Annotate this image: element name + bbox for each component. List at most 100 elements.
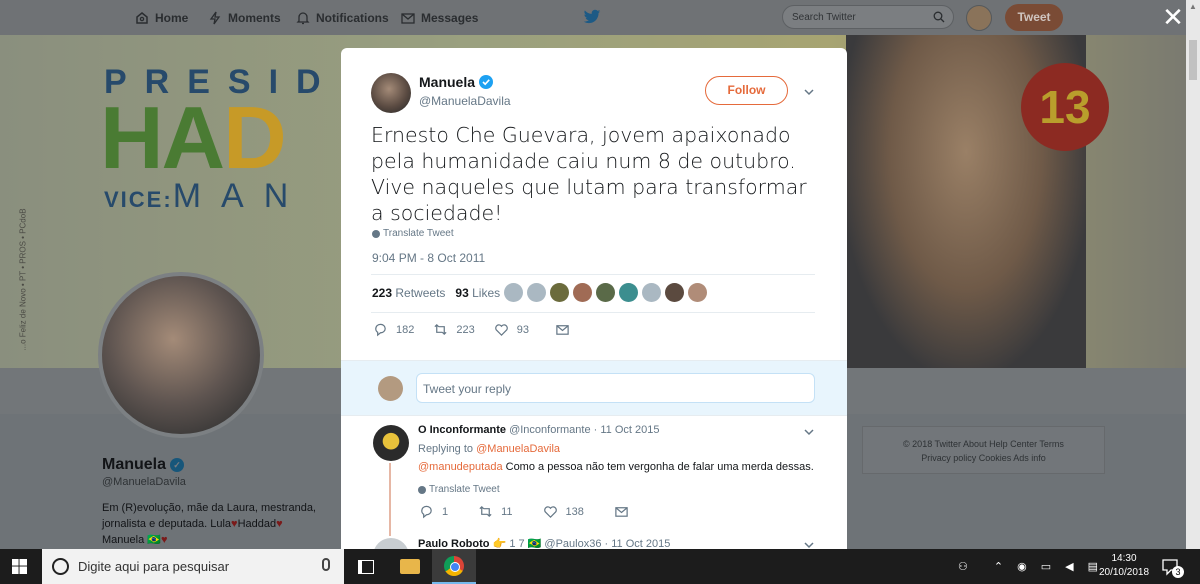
reply-icon <box>421 505 432 519</box>
search-placeholder: Search Twitter <box>792 12 856 23</box>
liker-avatar[interactable] <box>573 283 592 302</box>
nav-messages[interactable]: Messages <box>400 10 478 26</box>
replying-to: Replying to @ManuelaDavila <box>418 443 561 455</box>
reply-avatar[interactable] <box>373 538 409 549</box>
chevron-down-icon[interactable] <box>803 426 815 438</box>
retweet-button[interactable]: 223 <box>433 322 475 337</box>
liker-avatar[interactable] <box>550 283 569 302</box>
liker-avatar[interactable] <box>688 283 707 302</box>
envelope-icon <box>556 325 569 335</box>
network-icon[interactable]: ▭ <box>1041 560 1051 573</box>
liker-avatar[interactable] <box>596 283 615 302</box>
twitter-bird-icon[interactable] <box>583 9 601 25</box>
heart-icon: ♥ <box>276 518 283 530</box>
tweet-author-avatar[interactable] <box>371 73 411 113</box>
banner-number: 13 <box>1021 63 1109 151</box>
reply-button[interactable]: 1 <box>419 504 448 519</box>
tweet-button[interactable]: Tweet <box>1005 4 1063 31</box>
nav-notifications[interactable]: Notifications <box>295 10 389 26</box>
replying-to-link[interactable]: @ManuelaDavila <box>476 443 560 455</box>
envelope-icon <box>615 507 628 517</box>
direct-message-button[interactable] <box>555 322 570 337</box>
like-button[interactable]: 93 <box>494 322 529 337</box>
windows-taskbar: Digite aqui para pesquisar ⚇ ⌃ ◉ ▭ ◀ ▤ 1… <box>0 549 1200 584</box>
lightning-icon <box>209 11 221 25</box>
nav-moments[interactable]: Moments <box>207 10 281 26</box>
thread-line <box>389 463 391 536</box>
nav-home-label: Home <box>155 11 189 25</box>
reply-input[interactable]: Tweet your reply <box>416 373 815 403</box>
cortana-icon <box>52 558 69 575</box>
keyboard-icon[interactable]: ▤ <box>1088 560 1098 573</box>
system-clock[interactable]: 14:30 20/10/2018 <box>1098 552 1150 580</box>
chevron-down-icon[interactable] <box>803 86 815 98</box>
tweet-timestamp[interactable]: 9:04 PM - 8 Oct 2011 <box>372 251 485 265</box>
banner-name: HAD <box>100 88 287 187</box>
taskbar-search[interactable]: Digite aqui para pesquisar <box>42 549 344 584</box>
user-avatar[interactable] <box>966 5 992 31</box>
reply-button[interactable]: 182 <box>373 322 414 337</box>
verified-icon: ✓ <box>170 458 185 472</box>
profile-bio: Em (R)evolução, mãe da Laura, mestranda,… <box>102 502 316 546</box>
nav-notifications-label: Notifications <box>316 11 389 25</box>
home-icon <box>136 12 148 24</box>
liker-avatar[interactable] <box>665 283 684 302</box>
reply-avatar[interactable] <box>373 425 409 461</box>
globe-icon <box>372 229 380 238</box>
liker-avatar[interactable] <box>527 283 546 302</box>
chrome-icon <box>444 555 464 576</box>
chevron-up-icon[interactable]: ⌃ <box>994 560 1003 573</box>
chevron-down-icon[interactable] <box>803 539 815 549</box>
reply-text: @manudeputada Como a pessoa não tem verg… <box>418 461 814 473</box>
system-tray: ⚇ ⌃ ◉ ▭ ◀ ▤ <box>958 549 1098 584</box>
tweet-author-name[interactable]: Manuela <box>419 74 494 90</box>
folder-icon <box>400 559 420 574</box>
liker-avatar[interactable] <box>619 283 638 302</box>
heart-icon <box>494 324 508 336</box>
tweet-actions: 182 223 93 <box>373 322 570 337</box>
scrollbar[interactable]: ▲ <box>1186 0 1200 549</box>
notification-badge: 3 <box>1172 566 1184 578</box>
tweet-text: Ernesto Che Guevara, jovem apaixonado pe… <box>371 123 807 225</box>
microphone-icon[interactable] <box>322 558 330 571</box>
mention-link[interactable]: @manudeputada <box>418 461 503 473</box>
liker-avatar[interactable] <box>642 283 661 302</box>
heart-icon: ♥ <box>160 534 168 546</box>
direct-message-button[interactable] <box>614 504 629 519</box>
reply-tweet[interactable]: Paulo Roboto 👉 1 7 🇧🇷 @Paulox36 · 11 Oct… <box>341 534 847 549</box>
search-input[interactable]: Search Twitter <box>782 5 954 29</box>
reply-tweet[interactable]: O Inconformante @Inconformante · 11 Oct … <box>341 416 847 536</box>
translate-tweet-link[interactable]: Translate Tweet <box>372 228 454 239</box>
task-view-button[interactable] <box>344 549 388 584</box>
people-icon[interactable]: ⚇ <box>958 560 968 573</box>
app-tray-icon[interactable]: ◉ <box>1017 560 1027 573</box>
taskbar-search-text: Digite aqui para pesquisar <box>78 559 230 574</box>
divider <box>371 312 815 313</box>
reply-header[interactable]: O Inconformante @Inconformante · 11 Oct … <box>418 424 659 436</box>
liker-avatars[interactable] <box>504 283 707 302</box>
close-icon[interactable]: ✕ <box>1160 4 1186 30</box>
footer-links[interactable]: © 2018 Twitter About Help Center Terms P… <box>862 426 1105 474</box>
chrome-button[interactable] <box>432 549 476 584</box>
like-button[interactable]: 138 <box>543 504 584 519</box>
heart-icon <box>543 506 557 518</box>
nav-moments-label: Moments <box>228 11 281 25</box>
nav-messages-label: Messages <box>421 11 479 25</box>
tweet-author-handle[interactable]: @ManuelaDavila <box>419 94 511 108</box>
tweet-stats[interactable]: 223 Retweets 93 Likes <box>372 286 500 300</box>
liker-avatar[interactable] <box>504 283 523 302</box>
scroll-up-arrow-icon[interactable]: ▲ <box>1189 2 1197 11</box>
retweet-button[interactable]: 11 <box>478 504 513 519</box>
task-view-icon <box>358 559 374 574</box>
volume-icon[interactable]: ◀ <box>1065 560 1073 573</box>
translate-tweet-link[interactable]: Translate Tweet <box>418 484 500 495</box>
reply-header[interactable]: Paulo Roboto 👉 1 7 🇧🇷 @Paulox36 · 11 Oct… <box>418 537 670 549</box>
scroll-thumb[interactable] <box>1189 40 1197 80</box>
windows-start-icon[interactable] <box>12 559 27 574</box>
profile-avatar[interactable] <box>98 272 264 438</box>
follow-button[interactable]: Follow <box>705 76 788 105</box>
file-explorer-button[interactable] <box>388 549 432 584</box>
nav-home[interactable]: Home <box>134 10 188 26</box>
envelope-icon <box>401 13 415 24</box>
tweet-modal: Manuela @ManuelaDavila Follow Ernesto Ch… <box>341 48 847 549</box>
